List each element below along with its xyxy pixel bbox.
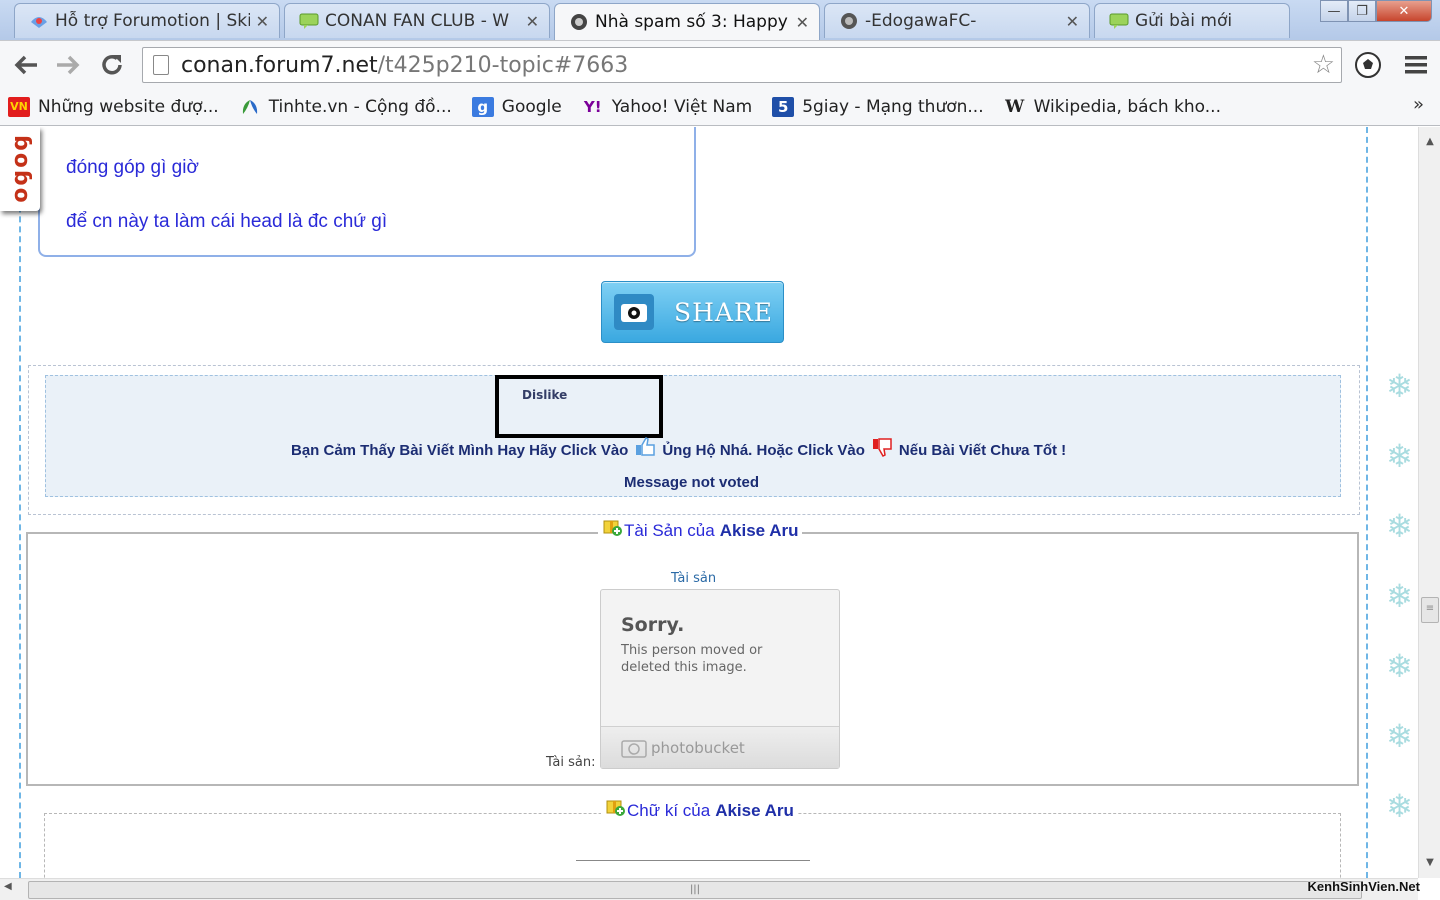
tab-edogawafc[interactable]: -EdogawaFC- ✕ [824,3,1090,38]
close-window-button[interactable]: ✕ [1376,0,1432,22]
snowflake-decoration: ❄ [1386,437,1413,475]
signature-fieldset [44,813,1341,878]
bookmark-yahoo[interactable]: Y! Yahoo! Việt Nam [582,97,752,117]
page-content: ❄ ❄ ❄ ❄ ❄ ❄ ❄ ɓoɓo đóng góp gì giờ để cn… [0,127,1418,878]
gift-add-icon [606,800,625,816]
vertical-scrollbar[interactable]: ▲ ≡ ▼ [1418,127,1440,878]
bookmark-5giay[interactable]: 5 5giay - Mạng thươn... [772,96,984,117]
toolbar: conan.forum7.net/t425p210-topic#7663 ☆ [0,40,1440,88]
minimize-button[interactable]: — [1320,0,1348,22]
gift-add-icon [603,520,622,536]
message-line: đóng góp gì giờ [66,157,199,178]
chat-bubble-icon [1109,13,1129,29]
share-label: SHARE [674,297,774,327]
avatar-icon [841,13,857,29]
rating-prompt: Bạn Cảm Thấy Bài Viết Mình Hay Hãy Click… [291,437,1066,460]
forumotion-icon [31,17,47,28]
bookmark-google[interactable]: g Google [471,96,562,117]
tinhte-icon [239,97,261,117]
close-tab-icon[interactable]: ✕ [796,13,809,32]
close-tab-icon[interactable]: ✕ [1066,12,1079,31]
assets-username[interactable]: Akise Aru [720,521,799,541]
horizontal-scrollbar[interactable]: ◀ ||| [0,878,1418,900]
snowflake-decoration: ❄ [1386,717,1413,755]
broken-image: Sorry. This person moved or deleted this… [600,589,840,769]
menu-button[interactable] [1400,49,1432,81]
chat-bubble-icon [299,13,319,29]
tab-strip: Hỗ trợ Forumotion | Ski ✕ CONAN FAN CLUB … [0,0,1440,40]
signature-legend: Chữ kí của Akise Aru [601,799,798,821]
maximize-button[interactable]: ❐ [1348,0,1376,22]
snowflake-decoration: ❄ [1386,787,1413,825]
avatar-icon [571,14,587,30]
close-tab-icon[interactable]: ✕ [526,12,539,31]
scroll-left-icon[interactable]: ◀ [4,881,12,892]
snowflake-decoration: ❄ [1386,367,1413,405]
url-host: conan.forum7.net [181,52,378,78]
share-button[interactable]: SHARE [601,281,784,343]
assets-label: Tài sản [671,571,717,586]
snowflake-decoration: ❄ [1386,507,1413,545]
reload-button[interactable] [96,49,128,81]
5giay-icon: 5 [772,96,795,117]
camera-icon [614,294,654,330]
page-icon [153,55,169,75]
horizontal-scroll-thumb[interactable]: ||| [28,881,1362,899]
vn-icon: VN [8,96,30,117]
window-controls: — ❐ ✕ [1320,0,1432,22]
close-tab-icon[interactable]: ✕ [256,12,269,31]
bookmarks-bar: VN Những website đượ... Tinhte.vn - Cộng … [0,88,1440,126]
tab-conan-fan-club[interactable]: CONAN FAN CLUB - W ✕ [284,3,550,38]
soccer-ball-icon [1355,52,1381,78]
vertical-scroll-thumb[interactable]: ≡ [1421,597,1439,623]
side-tab[interactable]: ɓoɓo [0,127,40,211]
watermark: KenhSinhVien.Net [1307,879,1420,894]
address-bar[interactable]: conan.forum7.net/t425p210-topic#7663 ☆ [142,47,1342,83]
post-border-right [1366,127,1368,878]
forward-arrow-icon [57,55,80,75]
url-path: /t425p210-topic#7663 [377,52,629,78]
post-border-left [19,127,21,878]
forward-button[interactable] [52,49,84,81]
thumbs-up-icon[interactable] [634,437,656,457]
bookmark-wikipedia[interactable]: W Wikipedia, bách kho... [1004,97,1221,117]
background-decoration [1370,127,1418,878]
thumbs-down-icon[interactable] [871,437,893,457]
signature-divider [576,860,810,861]
post-message-box: đóng góp gì giờ để cn này ta làm cái hea… [38,127,696,257]
scroll-up-icon[interactable]: ▲ [1419,131,1440,151]
assets-legend: Tài Sản của Akise Aru [598,519,803,541]
reload-icon [102,55,122,75]
tab-forumotion[interactable]: Hỗ trợ Forumotion | Ski ✕ [14,3,280,38]
back-button[interactable] [10,49,42,81]
scroll-down-icon[interactable]: ▼ [1419,852,1440,872]
bookmark-tinhte[interactable]: Tinhte.vn - Cộng đồ... [239,97,452,117]
photobucket-footer: photobucket [601,726,839,768]
snowflake-decoration: ❄ [1386,577,1413,615]
tab-gui-bai-moi[interactable]: Gửi bài mới [1094,3,1290,38]
tab-nha-spam[interactable]: Nhà spam số 3: Happy ✕ [554,3,820,40]
vote-status: Message not voted [624,474,760,491]
bookmarks-overflow-button[interactable]: » [1413,94,1424,115]
photobucket-camera-icon [621,739,647,758]
wikipedia-icon: W [1005,96,1025,117]
back-arrow-icon [14,55,37,75]
google-icon: g [471,96,494,117]
bookmark-star-icon[interactable]: ☆ [1312,50,1335,80]
bookmark-vn[interactable]: VN Những website đượ... [8,96,219,117]
signature-username[interactable]: Akise Aru [715,801,794,821]
yahoo-icon: Y! [583,97,602,116]
snowflake-decoration: ❄ [1386,647,1413,685]
hamburger-menu-icon [1405,56,1427,74]
extension-button[interactable] [1352,49,1384,81]
highlight-rectangle [495,375,663,438]
message-line: để cn này ta làm cái head là đc chứ gì [66,211,388,232]
assets-label-inline: Tài sản: [546,755,596,770]
